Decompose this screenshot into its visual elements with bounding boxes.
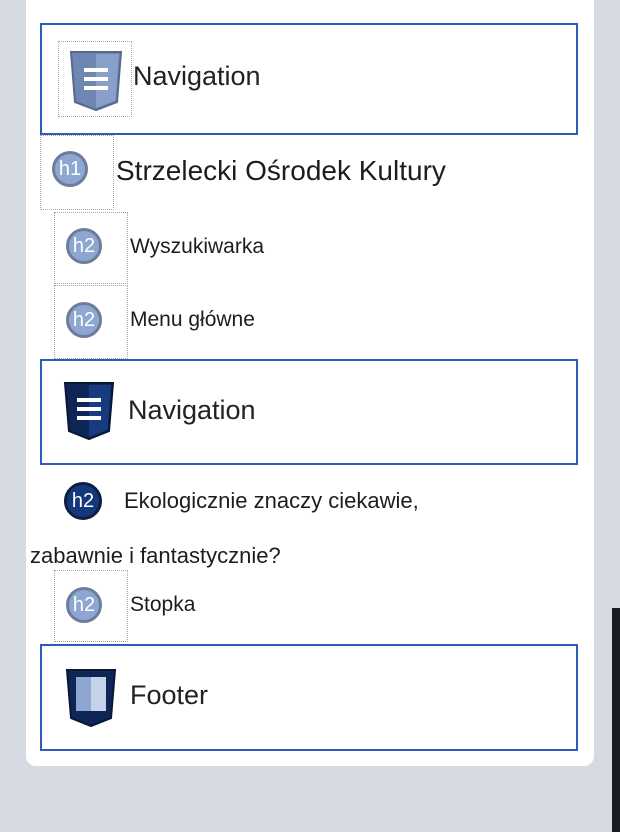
- landmark-navigation-2[interactable]: Navigation: [40, 359, 578, 465]
- heading-h2-text-wyszukiwarka[interactable]: Wyszukiwarka: [130, 235, 264, 259]
- structure-panel: Navigation h1 Strzelecki Ośrodek Kultury…: [26, 0, 594, 766]
- heading-level-badge-h2: h2: [66, 228, 102, 264]
- heading-h2-text-stopka[interactable]: Stopka: [130, 593, 195, 617]
- landmark-footer[interactable]: Footer: [40, 644, 578, 751]
- heading-level-badge-h2: h2: [66, 302, 102, 338]
- landmark-navigation-1[interactable]: Navigation: [40, 23, 578, 135]
- heading-level-badge-h2: h2: [64, 482, 102, 520]
- heading-h2-text-ekologicznie-line2[interactable]: zabawnie i fantastycznie?: [30, 543, 281, 569]
- landmark-label: Navigation: [128, 395, 256, 425]
- landmark-label: Navigation: [133, 61, 261, 91]
- heading-h1-text[interactable]: Strzelecki Ośrodek Kultury: [116, 155, 446, 187]
- navigation-list-icon: [69, 51, 123, 112]
- heading-level-badge-h2: h2: [66, 587, 102, 623]
- heading-h2-text-menu[interactable]: Menu główne: [130, 308, 255, 332]
- footer-icon: [65, 669, 117, 728]
- navigation-list-icon: [63, 382, 115, 441]
- heading-h2-text-ekologicznie-line1[interactable]: Ekologicznie znaczy ciekawie,: [124, 488, 419, 514]
- landmark-label: Footer: [130, 680, 209, 710]
- heading-level-badge-h1: h1: [52, 151, 88, 187]
- background-strip: [612, 608, 620, 832]
